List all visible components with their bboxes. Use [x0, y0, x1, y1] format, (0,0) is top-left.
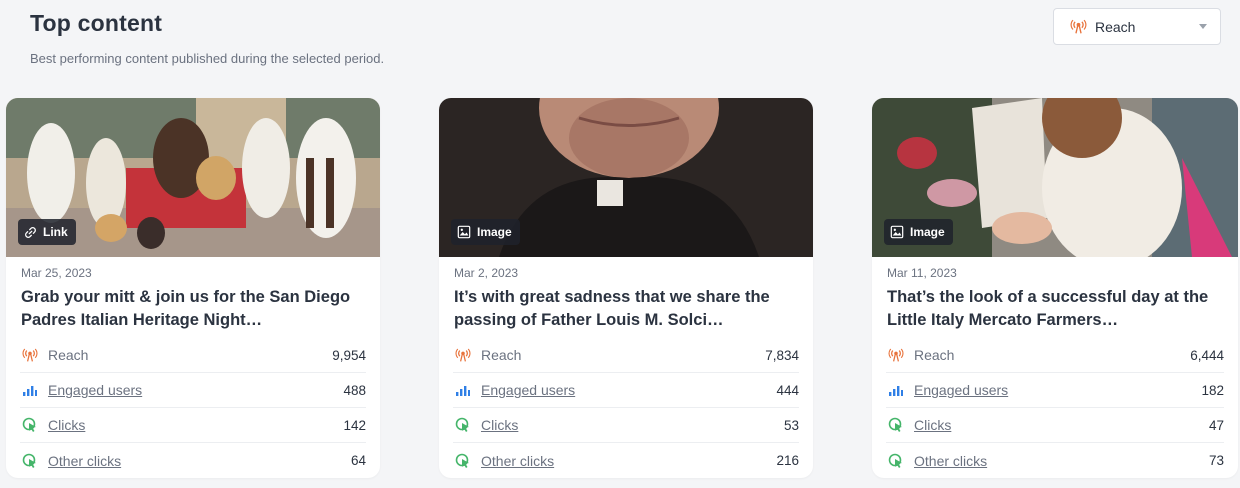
broadcast-icon — [1070, 18, 1087, 35]
post-thumbnail[interactable]: Image — [439, 98, 813, 257]
broadcast-icon — [455, 347, 471, 363]
image-icon — [457, 225, 471, 239]
metric-sort-dropdown[interactable]: Reach — [1053, 8, 1221, 45]
post-date: Mar 2, 2023 — [454, 266, 519, 280]
metric-clicks: Clicks 53 — [453, 408, 799, 443]
metric-label-link[interactable]: Other clicks — [914, 453, 1209, 469]
metric-value: 6,444 — [1190, 347, 1224, 363]
metric-engaged-users: Engaged users 488 — [20, 373, 366, 408]
chevron-down-icon — [1199, 24, 1207, 29]
metric-value: 142 — [343, 417, 366, 433]
cursor-click-icon — [455, 417, 471, 433]
metric-label-link[interactable]: Other clicks — [48, 453, 351, 469]
content-card[interactable]: Image Mar 11, 2023 That’s the look of a … — [872, 98, 1238, 478]
metric-label-link[interactable]: Engaged users — [914, 382, 1201, 398]
metric-clicks: Clicks 142 — [20, 408, 366, 443]
metric-value: 182 — [1201, 382, 1224, 398]
bar-chart-icon — [22, 382, 38, 398]
content-type-badge: Link — [18, 219, 76, 245]
post-date: Mar 11, 2023 — [887, 266, 957, 280]
metric-reach: Reach 6,444 — [886, 338, 1224, 373]
broadcast-icon — [22, 347, 38, 363]
metrics-list: Reach 9,954 Engaged users 488 Clicks 142… — [20, 338, 366, 478]
metric-value: 216 — [776, 453, 799, 468]
metric-label-link[interactable]: Engaged users — [481, 382, 776, 398]
bar-chart-icon — [455, 382, 471, 398]
bar-chart-icon — [888, 382, 904, 398]
metric-value: 64 — [350, 453, 366, 468]
metrics-list: Reach 6,444 Engaged users 182 Clicks 47 … — [886, 338, 1224, 478]
section-title: Top content — [30, 10, 163, 36]
content-type-badge: Image — [451, 219, 520, 245]
metric-label-link[interactable]: Other clicks — [481, 453, 776, 469]
broadcast-icon — [888, 347, 904, 363]
post-title[interactable]: That’s the look of a successful day at t… — [887, 286, 1224, 332]
section-subtitle: Best performing content published during… — [30, 51, 385, 66]
content-type-badge: Image — [884, 219, 953, 245]
post-title[interactable]: It’s with great sadness that we share th… — [454, 286, 799, 332]
metric-other-clicks: Other clicks 73 — [886, 443, 1224, 478]
dropdown-selected-label: Reach — [1095, 18, 1136, 35]
cursor-click-icon — [22, 453, 38, 469]
metric-value: 53 — [783, 417, 799, 433]
link-icon — [24, 226, 37, 239]
metric-engaged-users: Engaged users 444 — [453, 373, 799, 408]
metric-other-clicks: Other clicks 64 — [20, 443, 366, 478]
image-icon — [890, 225, 904, 239]
metric-engaged-users: Engaged users 182 — [886, 373, 1224, 408]
metric-label-link[interactable]: Clicks — [481, 417, 784, 433]
content-card[interactable]: Image Mar 2, 2023 It’s with great sadnes… — [439, 98, 813, 478]
post-thumbnail[interactable]: Link — [6, 98, 380, 257]
metric-label-link[interactable]: Clicks — [914, 417, 1209, 433]
cursor-click-icon — [888, 417, 904, 433]
metric-label-link[interactable]: Engaged users — [48, 382, 343, 398]
metric-value: 444 — [776, 382, 799, 398]
metric-other-clicks: Other clicks 216 — [453, 443, 799, 478]
metric-value: 7,834 — [765, 347, 799, 363]
content-type-label: Link — [43, 225, 68, 239]
content-card[interactable]: Link Mar 25, 2023 Grab your mitt & join … — [6, 98, 380, 478]
cursor-click-icon — [888, 453, 904, 469]
metric-value: 488 — [343, 382, 366, 398]
post-thumbnail[interactable]: Image — [872, 98, 1238, 257]
cursor-click-icon — [455, 453, 471, 469]
metric-label: Reach — [48, 347, 89, 363]
post-date: Mar 25, 2023 — [21, 266, 92, 280]
metric-label: Reach — [914, 347, 955, 363]
metric-reach: Reach 9,954 — [20, 338, 366, 373]
metric-value: 73 — [1208, 453, 1224, 468]
metric-clicks: Clicks 47 — [886, 408, 1224, 443]
metric-reach: Reach 7,834 — [453, 338, 799, 373]
metric-label: Reach — [481, 347, 522, 363]
post-title[interactable]: Grab your mitt & join us for the San Die… — [21, 286, 366, 332]
metric-label-link[interactable]: Clicks — [48, 417, 343, 433]
metric-value: 47 — [1208, 417, 1224, 433]
cursor-click-icon — [22, 417, 38, 433]
content-type-label: Image — [910, 225, 945, 239]
metrics-list: Reach 7,834 Engaged users 444 Clicks 53 … — [453, 338, 799, 478]
section-header: Top content Best performing content publ… — [30, 10, 384, 66]
metric-value: 9,954 — [332, 347, 366, 363]
content-type-label: Image — [477, 225, 512, 239]
